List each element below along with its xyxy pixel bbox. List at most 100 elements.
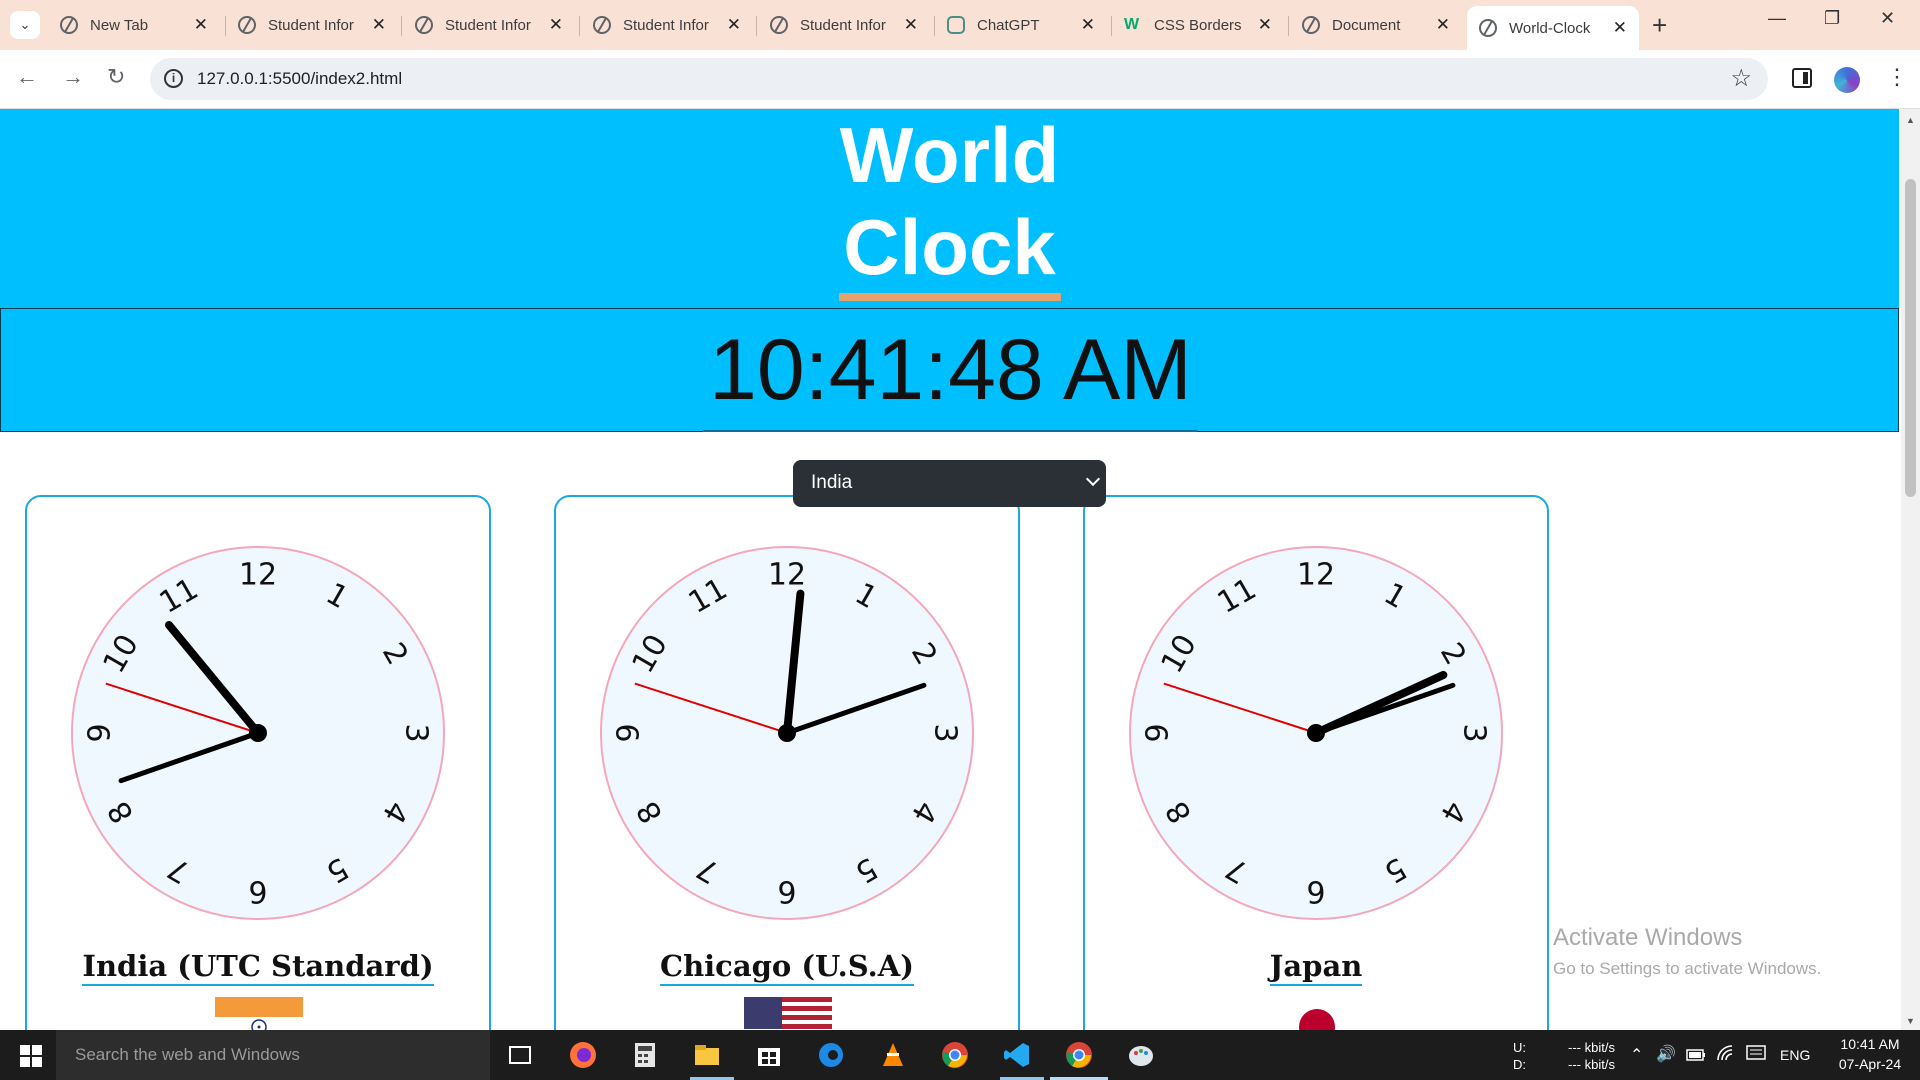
menu-kebab-icon[interactable]: ⋮ <box>1886 64 1908 90</box>
dial-number: 3 <box>399 723 434 742</box>
url-text[interactable]: 127.0.0.1:5500/index2.html <box>197 69 402 89</box>
close-icon[interactable]: ✕ <box>1081 15 1095 35</box>
vscode-icon[interactable] <box>1002 1040 1032 1070</box>
tab-student-info-1[interactable]: Student Infor ✕ <box>226 8 398 42</box>
taskbar-clock-time[interactable]: 10:41 AM <box>1834 1036 1906 1052</box>
chrome-active-icon[interactable] <box>1064 1040 1094 1070</box>
tab-strip: ⌄ New Tab ✕ Student Infor ✕ Student Info… <box>0 0 1920 50</box>
close-icon[interactable]: ✕ <box>1258 15 1272 35</box>
tab-title: Student Infor <box>268 16 354 34</box>
bookmark-star-icon[interactable]: ☆ <box>1730 64 1752 93</box>
dial-number: 3 <box>1457 723 1492 742</box>
language-indicator[interactable]: ENG <box>1780 1047 1810 1063</box>
side-panel-icon[interactable] <box>1792 68 1812 88</box>
india-flag <box>215 997 303 1030</box>
tab-title: Student Infor <box>800 16 886 34</box>
file-explorer-icon[interactable] <box>692 1040 722 1070</box>
activate-windows-subtitle: Go to Settings to activate Windows. <box>1553 959 1822 978</box>
firefox-icon[interactable] <box>568 1040 598 1070</box>
edge-icon[interactable] <box>816 1040 846 1070</box>
net-down-label: D: <box>1513 1057 1526 1072</box>
page-header: World Clock <box>0 109 1899 308</box>
forward-icon[interactable]: → <box>62 64 84 90</box>
clock-card-japan: 12 1 2 3 4 5 6 7 8 9 10 11 Japan <box>1083 495 1549 1030</box>
action-center-icon[interactable] <box>1746 1045 1766 1063</box>
tab-title: ChatGPT <box>977 16 1040 34</box>
title-line-2: Clock <box>843 203 1056 291</box>
tab-student-info-2[interactable]: Student Infor ✕ <box>403 8 575 42</box>
digital-time: 10:41:48 AM <box>709 322 1192 418</box>
tab-chatgpt[interactable]: ChatGPT ✕ <box>935 8 1107 42</box>
city-label-india: India (UTC Standard) <box>82 949 434 986</box>
calculator-icon[interactable] <box>630 1040 660 1070</box>
minimize-icon[interactable]: — <box>1768 8 1786 29</box>
close-icon[interactable]: ✕ <box>549 15 563 35</box>
close-icon[interactable]: ✕ <box>1613 18 1627 38</box>
taskbar-search-box[interactable]: Search the web and Windows <box>56 1030 490 1080</box>
clock-card-chicago: 12 1 2 3 4 5 6 7 8 9 10 11 Chicago (U.S.A) <box>554 495 1020 1030</box>
tab-title: CSS Borders <box>1154 16 1242 34</box>
close-window-icon[interactable]: ✕ <box>1880 8 1895 29</box>
store-icon[interactable] <box>754 1040 784 1070</box>
globe-icon <box>593 16 611 34</box>
city-label-chicago: Chicago (U.S.A) <box>659 949 915 986</box>
task-view-icon[interactable] <box>505 1040 535 1070</box>
chatgpt-icon <box>947 16 965 34</box>
profile-avatar[interactable] <box>1834 67 1860 93</box>
dial-number: 6 <box>248 874 267 909</box>
country-select-value: India <box>811 472 853 493</box>
w3schools-icon: W <box>1124 16 1140 33</box>
dial-number: 12 <box>1297 558 1335 593</box>
country-select[interactable]: India <box>793 460 1106 507</box>
page-title: World Clock <box>0 109 1899 293</box>
chrome-taskbar-icon[interactable] <box>940 1040 970 1070</box>
close-icon[interactable]: ✕ <box>727 15 741 35</box>
scroll-up-icon[interactable]: ▲ <box>1906 115 1915 125</box>
windows-start-icon[interactable] <box>20 1045 42 1067</box>
clock-center-pin <box>1307 724 1325 742</box>
tab-search-button[interactable]: ⌄ <box>10 11 40 39</box>
tab-title: Document <box>1332 16 1401 34</box>
close-icon[interactable]: ✕ <box>194 15 208 35</box>
address-bar[interactable]: i 127.0.0.1:5500/index2.html ☆ <box>150 58 1768 100</box>
tab-title: Student Infor <box>623 16 709 34</box>
battery-icon[interactable] <box>1686 1048 1706 1062</box>
city-label-japan: Japan <box>1269 949 1363 986</box>
taskbar-clock-date[interactable]: 07-Apr-24 <box>1832 1056 1908 1072</box>
restore-icon[interactable]: ❐ <box>1824 8 1840 29</box>
close-icon[interactable]: ✕ <box>1436 15 1450 35</box>
scroll-down-icon[interactable]: ▼ <box>1906 1016 1915 1026</box>
tab-document[interactable]: Document ✕ <box>1290 8 1462 42</box>
tab-new-tab[interactable]: New Tab ✕ <box>48 8 220 42</box>
volume-icon[interactable]: 🔊 <box>1656 1044 1676 1064</box>
vlc-icon[interactable] <box>878 1040 908 1070</box>
close-icon[interactable]: ✕ <box>372 15 386 35</box>
activate-windows-title: Activate Windows <box>1553 924 1743 951</box>
dial-number: 12 <box>768 558 806 593</box>
close-icon[interactable]: ✕ <box>904 15 918 35</box>
back-icon[interactable]: ← <box>16 64 38 90</box>
globe-icon <box>770 16 788 34</box>
scrollbar-thumb[interactable] <box>1905 179 1916 497</box>
analog-clock-india: 121234567891011 <box>71 546 445 920</box>
clock-center-pin <box>249 724 267 742</box>
analog-clock-japan: 121234567891011 <box>1129 546 1503 920</box>
page-viewport: World Clock 10:41:48 AM 12 1 2 3 4 5 6 7 8 9 10 11 … <box>0 109 1920 1030</box>
tab-css-borders[interactable]: W CSS Borders ✕ <box>1112 8 1284 42</box>
dial-number: 12 <box>239 558 277 593</box>
windows-taskbar: Search the web and Windows U: D: --- kbi… <box>0 1030 1920 1080</box>
new-tab-button[interactable]: + <box>1652 10 1667 41</box>
tray-chevron-icon[interactable]: ⌃ <box>1630 1045 1643 1065</box>
site-info-icon[interactable]: i <box>164 69 183 88</box>
tab-student-info-3[interactable]: Student Infor ✕ <box>581 8 753 42</box>
dial-number: 9 <box>1141 723 1176 742</box>
page-scrollbar[interactable]: ▲ ▼ <box>1901 109 1920 1030</box>
paint-icon[interactable] <box>1126 1040 1156 1070</box>
wifi-icon[interactable] <box>1716 1044 1736 1064</box>
dial-number: 6 <box>777 874 796 909</box>
tab-student-info-4[interactable]: Student Infor ✕ <box>758 8 930 42</box>
dial-number: 9 <box>83 723 118 742</box>
tab-world-clock[interactable]: World-Clock ✕ <box>1467 6 1639 50</box>
usa-flag <box>744 997 832 1030</box>
reload-icon[interactable]: ↻ <box>107 64 125 90</box>
